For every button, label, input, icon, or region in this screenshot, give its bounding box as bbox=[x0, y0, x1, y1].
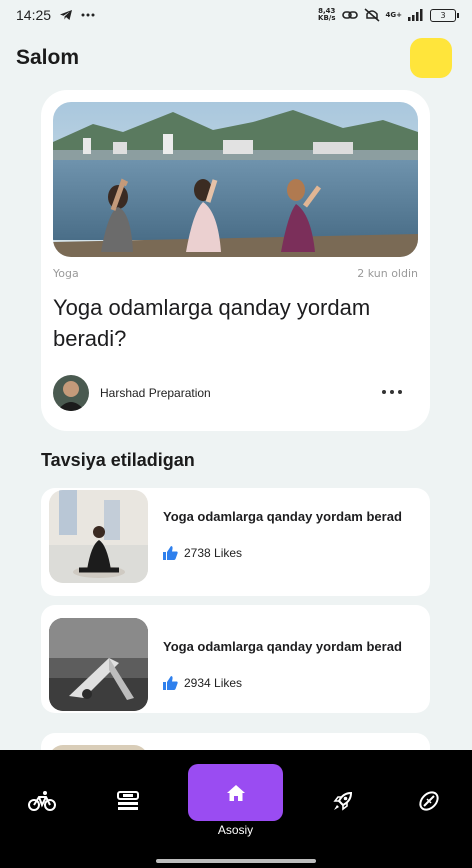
profile-button[interactable] bbox=[410, 38, 452, 78]
rocket-icon bbox=[333, 791, 353, 811]
thumbs-up-icon bbox=[163, 546, 178, 560]
network-type: 4G+ bbox=[385, 11, 402, 19]
thumbs-up-icon bbox=[163, 676, 178, 690]
status-time: 14:25 bbox=[16, 7, 52, 23]
workout-icon bbox=[117, 791, 139, 810]
greeting-title: Salom bbox=[16, 46, 80, 69]
nav-sports[interactable] bbox=[414, 788, 444, 814]
nav-bike[interactable] bbox=[27, 788, 57, 814]
speed-unit: KB/s bbox=[318, 14, 336, 22]
nav-workout[interactable] bbox=[113, 788, 143, 814]
featured-category: Yoga bbox=[53, 267, 79, 280]
status-bar: 14:25 8,43 KB/s 4G+ 3 bbox=[0, 0, 472, 30]
author-avatar[interactable] bbox=[53, 375, 89, 411]
featured-article-card[interactable]: Yoga 2 kun oldin Yoga odamlarga qanday y… bbox=[41, 90, 430, 431]
recommended-title: Yoga odamlarga qanday yordam berad bbox=[163, 639, 402, 654]
nav-rocket[interactable] bbox=[328, 788, 358, 814]
link-icon bbox=[341, 11, 358, 19]
recommended-title: Yoga odamlarga qanday yordam berad bbox=[163, 509, 402, 524]
featured-title[interactable]: Yoga odamlarga qanday yordam beradi? bbox=[53, 292, 393, 354]
recommended-thumbnail bbox=[49, 618, 148, 711]
author-name[interactable]: Harshad Preparation bbox=[100, 386, 211, 400]
bottom-navigation: Asosiy bbox=[0, 750, 472, 868]
more-notifications-icon bbox=[81, 13, 95, 17]
status-right: 8,43 KB/s 4G+ 3 bbox=[318, 8, 459, 22]
recommended-section-title: Tavsiya etiladigan bbox=[41, 450, 195, 470]
network-speed: 8,43 KB/s bbox=[318, 8, 335, 22]
recommended-item[interactable]: Yoga odamlarga qanday yordam berad 2934 … bbox=[41, 605, 430, 713]
likes-count: 2934 Likes bbox=[184, 676, 243, 690]
home-indicator[interactable] bbox=[156, 859, 316, 863]
recommended-likes: 2738 Likes bbox=[163, 546, 242, 560]
home-icon bbox=[226, 784, 245, 801]
recommended-item[interactable]: Yoga odamlarga qanday yordam berad 2738 … bbox=[41, 488, 430, 596]
bike-icon bbox=[28, 791, 56, 811]
battery-level: 3 bbox=[440, 10, 446, 20]
more-options-icon[interactable] bbox=[382, 384, 402, 400]
telegram-icon bbox=[60, 10, 73, 20]
recommended-likes: 2934 Likes bbox=[163, 676, 242, 690]
featured-time-ago: 2 kun oldin bbox=[357, 267, 418, 280]
battery-icon: 3 bbox=[430, 8, 459, 22]
likes-count: 2738 Likes bbox=[184, 546, 243, 560]
recommended-thumbnail bbox=[49, 490, 148, 583]
nav-home-label: Asosiy bbox=[217, 823, 254, 837]
mute-icon bbox=[364, 8, 380, 22]
featured-image bbox=[53, 102, 418, 257]
ball-icon bbox=[419, 791, 439, 811]
signal-icon bbox=[408, 9, 423, 21]
status-left: 14:25 bbox=[16, 7, 95, 23]
nav-home[interactable] bbox=[188, 764, 283, 821]
